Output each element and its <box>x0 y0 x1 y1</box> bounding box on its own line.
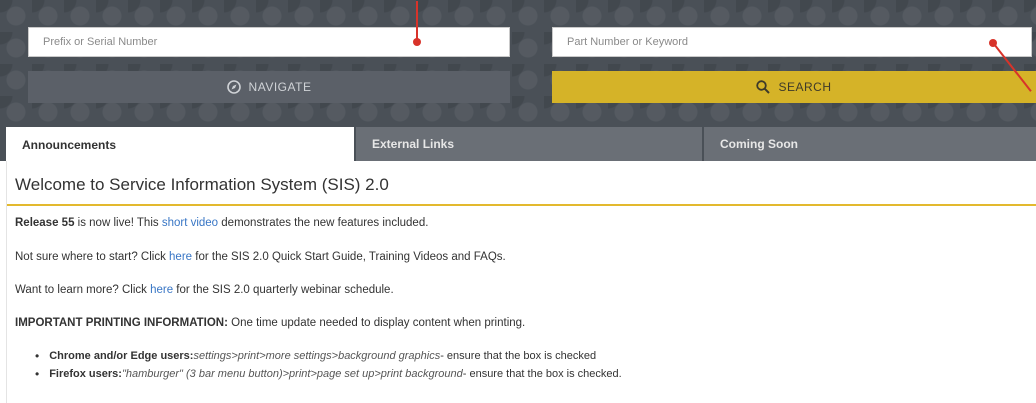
printing-text: One time update needed to display conten… <box>227 317 526 329</box>
release-text-a: is now live! This <box>74 217 162 229</box>
start-text-a: Not sure where to start? Click <box>15 251 170 263</box>
pointer-dot-right <box>989 39 997 47</box>
tab-bar: Announcements External Links Coming Soon <box>0 127 1036 162</box>
release-bold: Release 55 <box>15 217 75 229</box>
tab-external-links[interactable]: External Links <box>356 127 702 161</box>
pointer-dot-left <box>413 38 421 46</box>
prefix-serial-input[interactable] <box>28 27 510 57</box>
quick-start-link[interactable]: here <box>169 251 192 263</box>
printing-bold: IMPORTANT PRINTING INFORMATION: <box>15 317 228 329</box>
firefox-rest: - ensure that the box is checked. <box>462 368 622 380</box>
title-divider <box>7 204 1036 206</box>
webinar-paragraph: Want to learn more? Click here for the S… <box>15 284 394 296</box>
chrome-edge-rest: - ensure that the box is checked <box>440 350 597 362</box>
magnifier-icon <box>756 80 771 94</box>
firefox-bold: Firefox users: <box>49 368 122 380</box>
announcements-panel: Welcome to Service Information System (S… <box>6 161 1036 403</box>
panel-title: Welcome to Service Information System (S… <box>15 175 389 194</box>
quick-start-paragraph: Not sure where to start? Click here for … <box>15 251 506 263</box>
start-text-b: for the SIS 2.0 Quick Start Guide, Train… <box>192 251 506 263</box>
firefox-path: "hamburger" (3 bar menu button)>print>pa… <box>121 368 463 380</box>
learn-text-a: Want to learn more? Click <box>15 284 151 296</box>
tab-external-links-label: External Links <box>372 137 455 151</box>
short-video-link[interactable]: short video <box>162 217 218 229</box>
navigate-button[interactable]: NAVIGATE <box>28 71 510 103</box>
tab-announcements[interactable]: Announcements <box>6 127 354 162</box>
learn-text-b: for the SIS 2.0 quarterly webinar schedu… <box>173 284 394 296</box>
search-label: SEARCH <box>778 80 832 94</box>
webinar-link[interactable]: here <box>150 284 173 296</box>
printing-instructions-list: Chrome and/or Edge users: settings>print… <box>35 347 622 383</box>
list-item: Firefox users: "hamburger" (3 bar menu b… <box>35 365 622 383</box>
release-text-b: demonstrates the new features included. <box>218 217 429 229</box>
printing-paragraph: IMPORTANT PRINTING INFORMATION: One time… <box>15 317 525 329</box>
tab-coming-soon[interactable]: Coming Soon <box>704 127 1036 161</box>
list-item: Chrome and/or Edge users: settings>print… <box>35 347 622 365</box>
navigate-label: NAVIGATE <box>248 80 312 94</box>
tab-announcements-label: Announcements <box>22 137 117 152</box>
part-keyword-input[interactable] <box>552 27 1032 57</box>
chrome-edge-path: settings>print>more settings>background … <box>193 350 441 362</box>
chrome-edge-bold: Chrome and/or Edge users: <box>49 350 194 362</box>
release-paragraph: Release 55 is now live! This short video… <box>15 217 428 229</box>
pointer-line-left <box>416 1 418 43</box>
compass-icon <box>226 80 241 94</box>
tab-coming-soon-label: Coming Soon <box>720 137 798 151</box>
search-header: NAVIGATE SEARCH <box>0 0 1036 127</box>
search-button[interactable]: SEARCH <box>552 71 1036 103</box>
